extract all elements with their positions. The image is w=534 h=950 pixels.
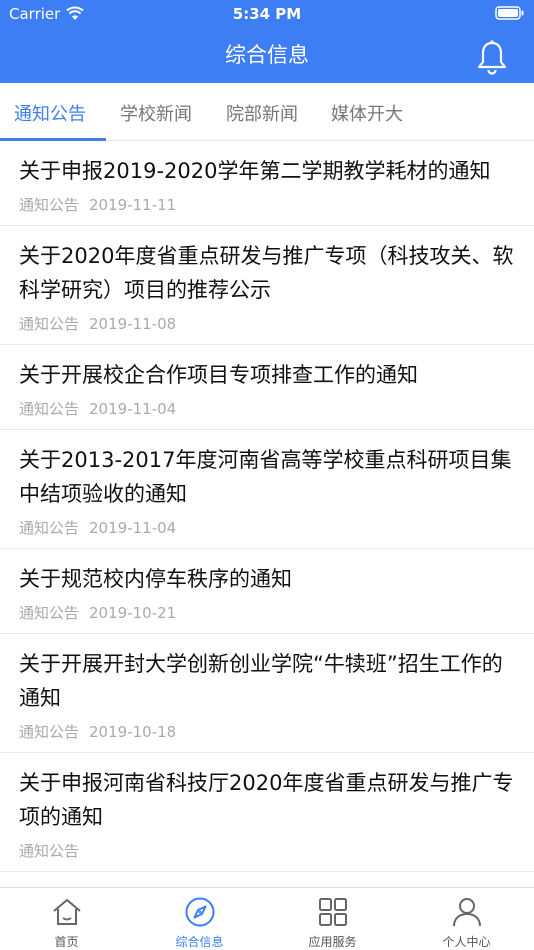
tab-school-news[interactable]: 学校新闻 [120,100,192,126]
item-date: 2019-11-08 [89,315,177,333]
item-title: 关于2013-2017年度河南省高等学校重点科研项目集中结项验收的通知 [19,448,512,506]
item-title: 关于规范校内停车秩序的通知 [19,567,292,591]
list-item[interactable]: 关于申报2019-2020学年第二学期教学耗材的通知 通知公告 2019-11-1… [0,141,534,226]
tabbar-info[interactable]: 综合信息 [133,888,266,950]
item-category: 通知公告 [19,604,80,622]
item-title: 关于申报河南省科技厅2020年度省重点研发与推广专项的通知 [19,771,514,829]
tabbar-label: 应用服务 [308,935,357,949]
item-title: 关于2020年度省重点研发与推广专项（科技攻关、软科学研究）项目的推荐公示 [19,244,514,302]
item-meta: 通知公告 [19,841,516,861]
list-item[interactable]: 关于2020年度省重点研发与推广专项（科技攻关、软科学研究）项目的推荐公示 通知… [0,226,534,345]
item-date: 2019-10-18 [89,723,177,741]
item-category: 通知公告 [19,723,80,741]
item-meta: 通知公告 2019-11-04 [19,518,516,538]
tabbar-label: 个人中心 [442,935,491,949]
app-header: Carrier 5:34 PM 综合信息 [0,0,534,83]
item-category: 通知公告 [19,842,80,860]
item-category: 通知公告 [19,196,80,214]
list-item[interactable]: 关于申报河南省科技厅2020年度省重点研发与推广专项的通知 通知公告 [0,753,534,872]
tab-media[interactable]: 媒体开大 [331,100,403,126]
item-date: 2019-10-21 [89,604,177,622]
item-date: 2019-11-11 [89,196,177,214]
item-title: 关于开展校企合作项目专项排查工作的通知 [19,363,418,387]
item-category: 通知公告 [19,400,80,418]
tabbar-label: 综合信息 [175,935,224,949]
tabbar-services[interactable]: 应用服务 [266,888,399,950]
notice-list: 关于申报2019-2020学年第二学期教学耗材的通知 通知公告 2019-11-1… [0,141,534,887]
item-category: 通知公告 [19,519,80,537]
item-title: 关于申报2019-2020学年第二学期教学耗材的通知 [19,159,491,183]
item-meta: 通知公告 2019-11-04 [19,399,516,419]
category-tabs: 通知公告 学校新闻 院部新闻 媒体开大 [0,83,534,141]
page-title: 综合信息 [225,43,309,67]
tabbar-profile[interactable]: 个人中心 [400,888,533,950]
status-bar: Carrier 5:34 PM [0,0,534,28]
grid-icon [318,898,347,926]
compass-icon [185,897,214,927]
battery-icon [495,6,524,20]
item-date: 2019-11-04 [89,519,177,537]
list-item[interactable]: 关于规范校内停车秩序的通知 通知公告 2019-10-21 [0,549,534,634]
item-meta: 通知公告 2019-11-11 [19,195,516,215]
list-item[interactable]: 关于2013-2017年度河南省高等学校重点科研项目集中结项验收的通知 通知公告… [0,430,534,549]
item-date: 2019-11-04 [89,400,177,418]
item-title: 关于开展开封大学创新创业学院“牛犊班”招生工作的通知 [19,652,503,710]
list-item[interactable]: 关于开展开封大学创新创业学院“牛犊班”招生工作的通知 通知公告 2019-10-1… [0,634,534,753]
item-meta: 通知公告 2019-11-08 [19,314,516,334]
item-meta: 通知公告 2019-10-21 [19,603,516,623]
tab-notices[interactable]: 通知公告 [14,100,86,126]
list-item[interactable]: 关于开展校企合作项目专项排查工作的通知 通知公告 2019-11-04 [0,345,534,430]
clock: 5:34 PM [232,5,302,23]
tab-department-news[interactable]: 院部新闻 [226,100,298,126]
bell-icon[interactable] [476,39,508,75]
item-category: 通知公告 [19,315,80,333]
bottom-tab-bar: 首页 综合信息 应用服务 个人中心 [0,887,534,950]
tabbar-label: 首页 [54,935,79,949]
home-icon [52,899,81,925]
tabbar-home[interactable]: 首页 [0,888,133,950]
user-icon [452,898,481,927]
item-meta: 通知公告 2019-10-18 [19,722,516,742]
